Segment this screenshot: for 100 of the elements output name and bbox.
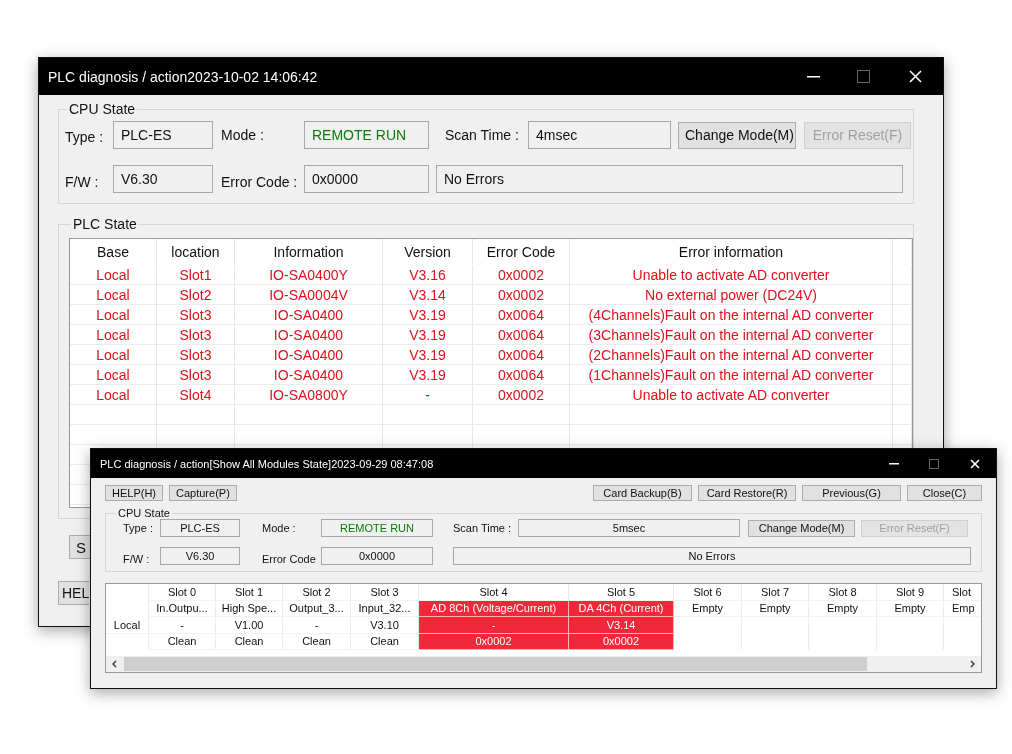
field-label: Scan Time : <box>444 127 520 143</box>
table-cell: Local <box>70 265 157 284</box>
column-header[interactable]: Slot 8 <box>809 584 877 601</box>
table-cell: - <box>383 385 473 404</box>
window-title: PLC diagnosis / action[Show All Modules State]2023-09-29 08:47:08 <box>100 457 435 470</box>
mode-button[interactable]: Change Mode(M) <box>678 121 796 149</box>
maximize-icon[interactable] <box>929 458 939 469</box>
table-cell: 0x0064 <box>473 345 570 364</box>
close-icon[interactable] <box>970 458 980 469</box>
minimize-icon[interactable] <box>889 462 899 465</box>
table-cell: 0x0002 <box>473 265 570 284</box>
table-cell: Slot1 <box>157 265 235 284</box>
column-header[interactable]: Slot 0 <box>149 584 216 601</box>
table-cell: Slot3 <box>157 365 235 384</box>
field-label: F/W : <box>65 173 100 190</box>
firmware-field: V6.30 <box>160 547 240 565</box>
table-cell: Slot2 <box>157 285 235 304</box>
table-cell: 0x0002 <box>473 385 570 404</box>
table-cell: 0x0064 <box>473 325 570 344</box>
column-header[interactable]: Version <box>383 239 473 264</box>
table-cell: - <box>419 617 569 634</box>
table-cell: IO-SA0004V <box>235 285 383 304</box>
group-title: PLC State <box>72 216 138 232</box>
table-cell: (2Channels)Fault on the internal AD converter <box>570 345 893 364</box>
field-label: Type : <box>65 127 105 145</box>
table-cell: No external power (DC24V) <box>570 285 893 304</box>
field-label: Type : <box>122 522 154 534</box>
mode-field: REMOTE RUN <box>321 519 433 537</box>
table-cell: V3.19 <box>383 365 473 384</box>
table-cell: V3.10 <box>351 617 419 634</box>
help-button[interactable]: HEL <box>58 581 89 605</box>
table-cell: (4Channels)Fault on the internal AD converter <box>570 305 893 324</box>
table-cell: - <box>283 617 351 634</box>
column-header[interactable]: Slot 5 <box>569 584 674 601</box>
column-header[interactable]: Slot 4 <box>419 584 569 601</box>
table-cell: Local <box>70 365 157 384</box>
table-cell: Local <box>70 345 157 364</box>
error-code-field: 0x0000 <box>304 165 429 193</box>
column-header[interactable]: Information <box>235 239 383 264</box>
column-header[interactable]: Slot 1 <box>216 584 283 601</box>
field-label: F/W : <box>122 551 151 565</box>
toolbar-button[interactable]: HELP(H) <box>105 485 163 501</box>
column-header[interactable]: Base <box>70 239 157 264</box>
table-cell: V3.14 <box>569 617 674 634</box>
firmware-field: V6.30 <box>113 165 213 193</box>
table-cell: Slot3 <box>157 305 235 324</box>
column-header[interactable]: Slot 6 <box>674 584 742 601</box>
field-label: Mode : <box>220 127 265 143</box>
mode-button[interactable]: Change Mode(M) <box>748 519 855 537</box>
scan-time-field: 4msec <box>528 121 671 149</box>
field-label: Scan Time : <box>452 522 513 534</box>
table-cell: V3.19 <box>383 325 473 344</box>
table-cell: (3Channels)Fault on the internal AD converter <box>570 325 893 344</box>
table-cell: IO-SA0400 <box>235 305 383 324</box>
field-label: Error Code <box>261 552 317 565</box>
table-cell: IO-SA0400 <box>235 345 383 364</box>
column-header[interactable]: Slot 3 <box>351 584 419 601</box>
table-cell: V3.14 <box>383 285 473 304</box>
table-cell: V1.00 <box>216 617 283 634</box>
scrollbar-thumb[interactable] <box>124 657 867 671</box>
action-button[interactable]: S <box>69 535 91 559</box>
column-header[interactable]: Slot 7 <box>742 584 809 601</box>
type-field: PLC-ES <box>113 121 213 149</box>
field-label: Error Code : <box>220 173 299 190</box>
table-cell: 0x0064 <box>473 365 570 384</box>
scan-time-field: 5msec <box>518 519 740 537</box>
table-cell: 0x0002 <box>473 285 570 304</box>
minimize-icon[interactable] <box>806 75 820 78</box>
toolbar-button[interactable]: Card Backup(B) <box>593 485 692 501</box>
table-cell: IO-SA0400Y <box>235 265 383 284</box>
table-cell: Local <box>70 285 157 304</box>
table-cell: V3.19 <box>383 305 473 324</box>
maximize-icon[interactable] <box>856 70 870 83</box>
table-cell: - <box>149 617 216 634</box>
table-cell: Local <box>70 325 157 344</box>
table-cell: 0x0064 <box>473 305 570 324</box>
table-cell: IO-SA0400 <box>235 365 383 384</box>
table-cell: IO-SA0400 <box>235 325 383 344</box>
toolbar-button[interactable]: Capture(P) <box>169 485 237 501</box>
table-cell: Local <box>70 385 157 404</box>
error-message-field: No Errors <box>453 547 971 565</box>
column-header[interactable]: location <box>157 239 235 264</box>
column-header[interactable]: Slot 9 <box>877 584 944 601</box>
table-cell: Unable to activate AD converter <box>570 385 893 404</box>
group-title: CPU State <box>68 101 137 117</box>
mode-field: REMOTE RUN <box>304 121 429 149</box>
table-cell: Slot4 <box>157 385 235 404</box>
column-header[interactable]: Error Code <box>473 239 570 264</box>
field-label: Mode : <box>261 522 297 534</box>
row-header: Local <box>106 617 149 634</box>
table-cell: Local <box>70 305 157 324</box>
table-cell: Unable to activate AD converter <box>570 265 893 284</box>
column-header[interactable]: Slot 2 <box>283 584 351 601</box>
toolbar-button[interactable]: Card Restore(R) <box>698 485 796 501</box>
toolbar-button[interactable]: Close(C) <box>907 485 982 501</box>
column-header[interactable]: Error information <box>570 239 893 264</box>
close-icon[interactable] <box>909 70 922 83</box>
table-cell: (1Channels)Fault on the internal AD converter <box>570 365 893 384</box>
toolbar-button[interactable]: Previous(G) <box>802 485 901 501</box>
group-title: CPU State <box>117 507 171 519</box>
